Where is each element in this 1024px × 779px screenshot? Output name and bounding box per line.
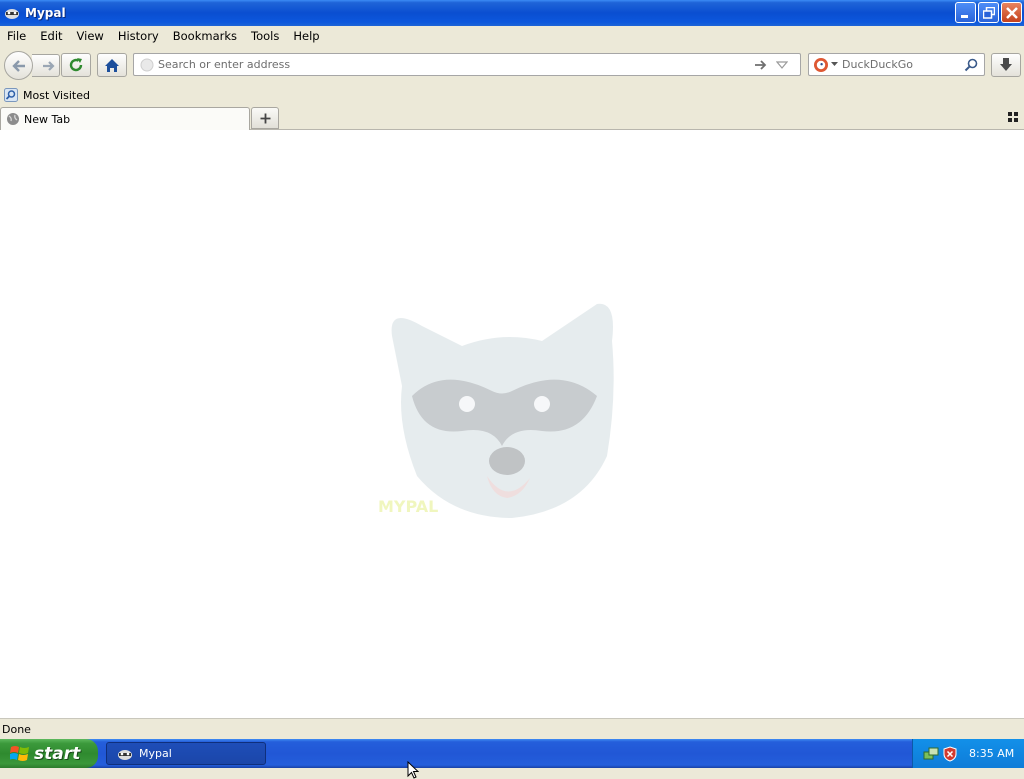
minimize-button[interactable] [955, 2, 976, 23]
watermark-label: MYPAL [378, 497, 439, 516]
title-bar: Mypal [0, 0, 1024, 26]
home-icon [105, 58, 119, 72]
bookmarks-toolbar: Most Visited [0, 84, 1024, 106]
menu-file[interactable]: File [0, 29, 33, 43]
taskbar-item-mypal[interactable]: Mypal [106, 742, 266, 765]
menu-history[interactable]: History [111, 29, 166, 43]
search-icon[interactable] [964, 58, 978, 72]
minimize-icon [961, 15, 968, 18]
window-title: Mypal [25, 6, 66, 20]
tab-grid-button[interactable] [1008, 112, 1018, 125]
raccoon-watermark-image [391, 303, 614, 518]
menu-bookmarks[interactable]: Bookmarks [166, 29, 244, 43]
status-bar: Done [0, 718, 1024, 739]
forward-arrow-icon [42, 60, 55, 71]
security-shield-icon[interactable] [943, 745, 957, 762]
taskbar: start Mypal 8:35 AM [0, 739, 1024, 768]
navigation-toolbar [0, 46, 1024, 84]
duckduckgo-icon[interactable] [813, 57, 829, 73]
close-icon [1005, 6, 1018, 19]
status-text: Done [2, 722, 31, 736]
new-tab-button[interactable] [251, 107, 279, 129]
menu-edit[interactable]: Edit [33, 29, 69, 43]
home-button[interactable] [97, 53, 127, 77]
mouse-cursor-icon [407, 761, 419, 779]
address-bar[interactable] [133, 53, 801, 76]
page-content: MYPAL [0, 130, 1024, 718]
most-visited-label: Most Visited [23, 88, 90, 102]
back-arrow-icon [11, 59, 25, 72]
downloads-button[interactable] [991, 53, 1021, 77]
globe-icon [7, 113, 19, 125]
system-tray: 8:35 AM [912, 739, 1024, 768]
most-visited-folder[interactable]: Most Visited [4, 88, 90, 102]
restore-button[interactable] [978, 2, 999, 23]
start-label: start [34, 743, 81, 764]
go-arrow-icon[interactable] [754, 59, 768, 71]
page-identity-icon [140, 58, 154, 71]
menu-bar: File Edit View History Bookmarks Tools H… [0, 26, 1024, 46]
tab-new-tab[interactable]: New Tab [0, 107, 250, 130]
reload-button[interactable] [61, 53, 91, 77]
close-button[interactable] [1001, 2, 1022, 23]
tab-label: New Tab [24, 112, 71, 126]
clock: 8:35 AM [969, 747, 1015, 760]
back-button[interactable] [4, 51, 33, 80]
task-label: Mypal [139, 747, 172, 760]
most-visited-icon [4, 88, 18, 102]
download-arrow-icon [1000, 58, 1012, 71]
plus-icon [260, 113, 270, 123]
back-forward-group [4, 51, 64, 80]
history-dropdown-icon[interactable] [776, 60, 788, 70]
raccoon-app-icon [5, 9, 19, 19]
menu-tools[interactable]: Tools [244, 29, 286, 43]
raccoon-task-icon [118, 749, 132, 760]
reload-icon [69, 58, 83, 72]
address-input[interactable] [158, 58, 748, 71]
tab-strip: New Tab [0, 106, 1024, 130]
engine-dropdown-icon[interactable] [831, 62, 838, 67]
forward-button[interactable] [32, 54, 60, 77]
network-icon[interactable] [923, 746, 939, 762]
search-input[interactable] [842, 58, 960, 71]
start-button[interactable]: start [0, 739, 98, 768]
restore-icon [982, 6, 995, 19]
menu-help[interactable]: Help [286, 29, 326, 43]
search-bar[interactable] [808, 53, 985, 76]
menu-view[interactable]: View [70, 29, 111, 43]
grid-icon [1008, 112, 1018, 122]
windows-logo-icon [10, 745, 29, 761]
